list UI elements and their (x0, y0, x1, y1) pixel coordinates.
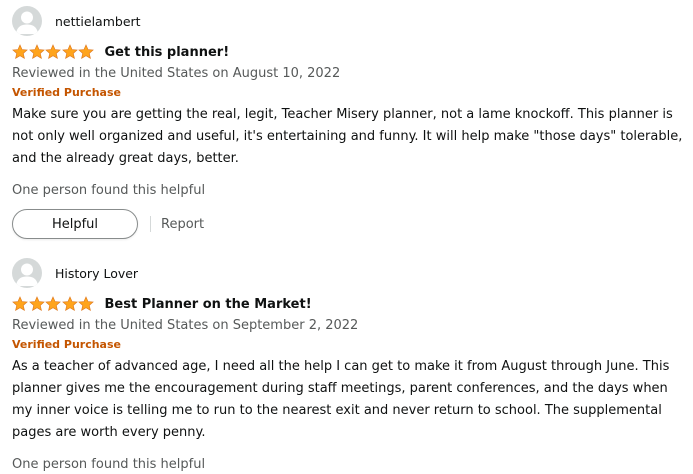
star-icon (12, 44, 28, 60)
review-title-row: Best Planner on the Market! (12, 294, 688, 314)
review-title[interactable]: Best Planner on the Market! (105, 297, 312, 312)
reviewer-profile[interactable]: History Lover (12, 258, 688, 288)
review-card: History Lover Best Planner on the Market… (12, 258, 688, 474)
avatar-icon[interactable] (12, 258, 42, 288)
review-body: As a teacher of advanced age, I need all… (12, 359, 670, 440)
star-icon (61, 44, 78, 60)
report-link[interactable]: Report (161, 217, 204, 232)
review-title[interactable]: Get this planner! (105, 45, 230, 60)
review-title-row: Get this planner! (12, 42, 688, 62)
star-icon (28, 296, 45, 312)
star-icon (28, 44, 45, 60)
reviewer-name[interactable]: nettielambert (55, 14, 141, 29)
verified-purchase-badge[interactable]: Verified Purchase (12, 337, 688, 353)
divider (150, 216, 151, 232)
helpful-count: One person found this helpful (12, 457, 206, 472)
verified-purchase-badge[interactable]: Verified Purchase (12, 85, 688, 101)
star-icon (78, 296, 94, 312)
review-card: nettielambert Get this planner! Reviewed… (12, 6, 688, 239)
star-icon (78, 44, 94, 60)
reviewer-profile[interactable]: nettielambert (12, 6, 688, 36)
star-icon (12, 296, 28, 312)
star-icon (61, 296, 78, 312)
review-actions: Helpful Report (12, 209, 688, 239)
star-rating[interactable] (12, 296, 95, 312)
review-date: Reviewed in the United States on August … (12, 66, 341, 81)
star-rating[interactable] (12, 44, 95, 60)
star-icon (45, 44, 61, 60)
star-icon (45, 296, 61, 312)
avatar-icon[interactable] (12, 6, 42, 36)
review-body: Make sure you are getting the real, legi… (12, 107, 683, 166)
helpful-count: One person found this helpful (12, 183, 206, 198)
review-date: Reviewed in the United States on Septemb… (12, 318, 359, 333)
reviewer-name[interactable]: History Lover (55, 266, 138, 281)
helpful-button[interactable]: Helpful (12, 209, 138, 239)
